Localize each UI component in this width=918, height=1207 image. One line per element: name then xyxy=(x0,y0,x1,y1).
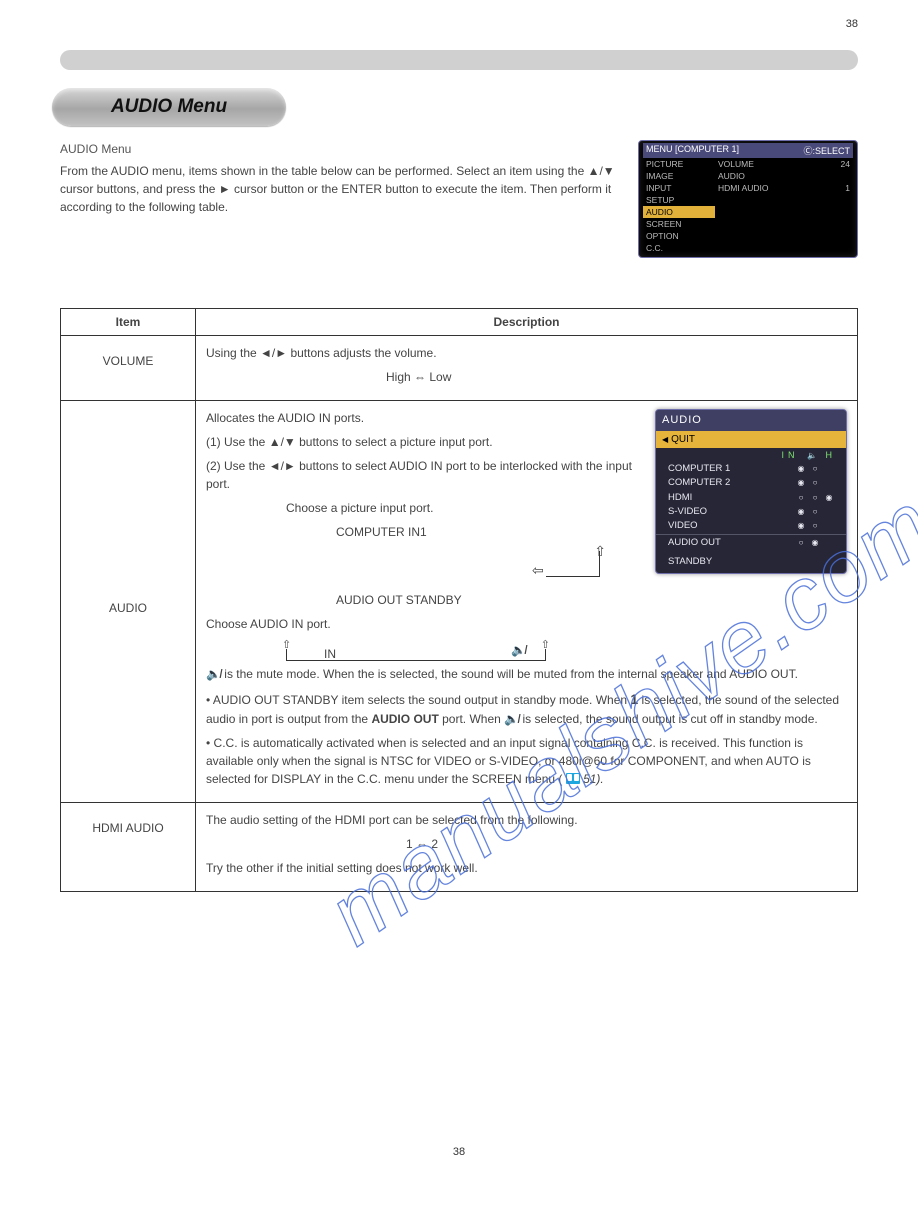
radio-icon[interactable] xyxy=(808,477,822,489)
cc-ref: 51). xyxy=(583,772,604,786)
th-desc: Description xyxy=(196,309,858,336)
osd-left-item[interactable]: SCREEN xyxy=(643,218,715,230)
mute-icon: 🔈̸ xyxy=(206,667,221,681)
osd2-row[interactable]: HDMI xyxy=(656,491,846,505)
row-hdmi-label: HDMI AUDIO xyxy=(61,803,196,892)
radio-icon[interactable] xyxy=(808,537,822,549)
volume-desc-1: Using the ◄/► buttons adjusts the volume… xyxy=(206,344,847,362)
osd-left-item[interactable]: AUDIO xyxy=(643,206,715,218)
osd-left-item[interactable]: OPTION xyxy=(643,230,715,242)
osd-left-col: PICTUREIMAGEINPUTSETUPAUDIOSCREENOPTIONC… xyxy=(643,158,715,258)
mute-icon: 🔈̸ xyxy=(504,712,519,726)
arrow-up-icon: ⇧ xyxy=(541,637,550,654)
page-number-bottom: 38 xyxy=(0,1146,918,1158)
num-1: 1 xyxy=(630,691,638,707)
page-container: 38 AUDIO Menu AUDIO Menu From the AUDIO … xyxy=(0,0,918,1188)
radio-icon[interactable] xyxy=(794,537,808,549)
osd-right-item[interactable]: HDMI AUDIO1 xyxy=(715,182,853,194)
arrow-up-icon: ⇧ xyxy=(594,541,606,562)
osd2-row[interactable]: COMPUTER 2 xyxy=(656,476,846,490)
cc-note: • C.C. is automatically activated when i… xyxy=(206,734,847,788)
arrow-left-icon: ⇦ xyxy=(532,560,544,581)
hdmi-desc-2: 1 ⇔ 2 xyxy=(206,835,847,853)
header-bar xyxy=(60,50,858,70)
osd-title-left: MENU [COMPUTER 1] xyxy=(646,144,739,157)
osd-left-item[interactable]: PICTURE xyxy=(643,158,715,170)
osd2-row[interactable]: STANDBY xyxy=(656,555,846,573)
osd-left-item[interactable]: EASY MENU xyxy=(643,254,715,258)
hdmi-desc-3: Try the other if the initial setting doe… xyxy=(206,859,847,877)
row-audio-label: AUDIO xyxy=(61,401,196,803)
osd-title-right: Ⓒ:SELECT xyxy=(803,144,850,157)
page-number-top: 38 xyxy=(846,18,858,30)
radio-icon[interactable] xyxy=(808,520,822,532)
osd2-title: AUDIO xyxy=(656,410,846,431)
osd-left-item[interactable]: IMAGE xyxy=(643,170,715,182)
osd2-row[interactable]: S-VIDEO xyxy=(656,505,846,519)
radio-icon[interactable] xyxy=(808,492,822,504)
osd-right-item[interactable]: VOLUME24 xyxy=(715,158,853,170)
row-volume-desc: Using the ◄/► buttons adjusts the volume… xyxy=(196,336,858,401)
settings-table: Item Description VOLUME Using the ◄/► bu… xyxy=(60,308,858,892)
radio-icon[interactable] xyxy=(794,463,808,475)
osd2-header: IN 🔈 H xyxy=(656,448,846,463)
row-audio-desc: AUDIO QUIT IN 🔈 H COMPUTER 1COMPUTER 2HD… xyxy=(196,401,858,803)
section-pill: AUDIO Menu xyxy=(52,88,286,126)
osd-title-bar: MENU [COMPUTER 1] Ⓒ:SELECT xyxy=(643,143,853,158)
radio-icon[interactable] xyxy=(794,520,808,532)
radio-icon[interactable] xyxy=(794,492,808,504)
osd2-row[interactable]: VIDEO xyxy=(656,519,846,533)
arrow-label-bottom: AUDIO OUT STANDBY xyxy=(206,591,847,609)
osd-left-item[interactable]: INPUT xyxy=(643,182,715,194)
osd2-hdr-in: IN xyxy=(782,450,799,460)
osd2-quit[interactable]: QUIT xyxy=(656,431,846,448)
volume-desc-2: High ⇔ Low xyxy=(206,368,847,386)
osd-left-item[interactable]: C.C. xyxy=(643,242,715,254)
radio-icon[interactable] xyxy=(808,506,822,518)
section-heading: AUDIO Menu xyxy=(60,140,620,158)
th-item: Item xyxy=(61,309,196,336)
osd2-row[interactable]: AUDIO OUT xyxy=(656,536,846,554)
radio-icon[interactable] xyxy=(808,463,822,475)
mute-note: 🔈̸ is the mute mode. When the is selecte… xyxy=(206,665,847,683)
intro-text: From the AUDIO menu, items shown in the … xyxy=(60,162,620,216)
cc-note-text: • C.C. is automatically activated when i… xyxy=(206,736,811,786)
radio-icon[interactable] xyxy=(822,492,836,504)
radio-icon[interactable] xyxy=(794,477,808,489)
osd-left-item[interactable]: SETUP xyxy=(643,194,715,206)
vertical-arrow-icon: ⇧ ⇦ xyxy=(546,547,606,587)
mute-icon: 🔈 xyxy=(807,451,817,460)
row-hdmi-desc: The audio setting of the HDMI port can b… xyxy=(196,803,858,892)
book-icon xyxy=(566,773,580,784)
row-volume-label: VOLUME xyxy=(61,336,196,401)
osd-audio-sub: AUDIO QUIT IN 🔈 H COMPUTER 1COMPUTER 2HD… xyxy=(655,409,847,574)
osd2-hdr-h: H xyxy=(826,450,837,460)
radio-icon[interactable] xyxy=(794,506,808,518)
audio-choose2: Choose AUDIO IN port. xyxy=(206,615,847,633)
intro-block: AUDIO Menu From the AUDIO menu, items sh… xyxy=(60,140,620,220)
hdmi-desc-1: The audio setting of the HDMI port can b… xyxy=(206,811,847,829)
osd-right-col: VOLUME24AUDIOHDMI AUDIO1 xyxy=(715,158,853,258)
mute-note-text: is the mute mode. When the is selected, … xyxy=(224,667,798,681)
osd2-row[interactable]: COMPUTER 1 xyxy=(656,462,846,476)
osd-right-item[interactable]: AUDIO xyxy=(715,170,853,182)
osd-preview-main: MENU [COMPUTER 1] Ⓒ:SELECT PICTUREIMAGEI… xyxy=(638,140,858,258)
horizontal-bracket: IN 🔈̸ ⇧ ⇧ xyxy=(276,647,556,661)
audio-out-note: • AUDIO OUT STANDBY item selects the sou… xyxy=(206,689,847,728)
